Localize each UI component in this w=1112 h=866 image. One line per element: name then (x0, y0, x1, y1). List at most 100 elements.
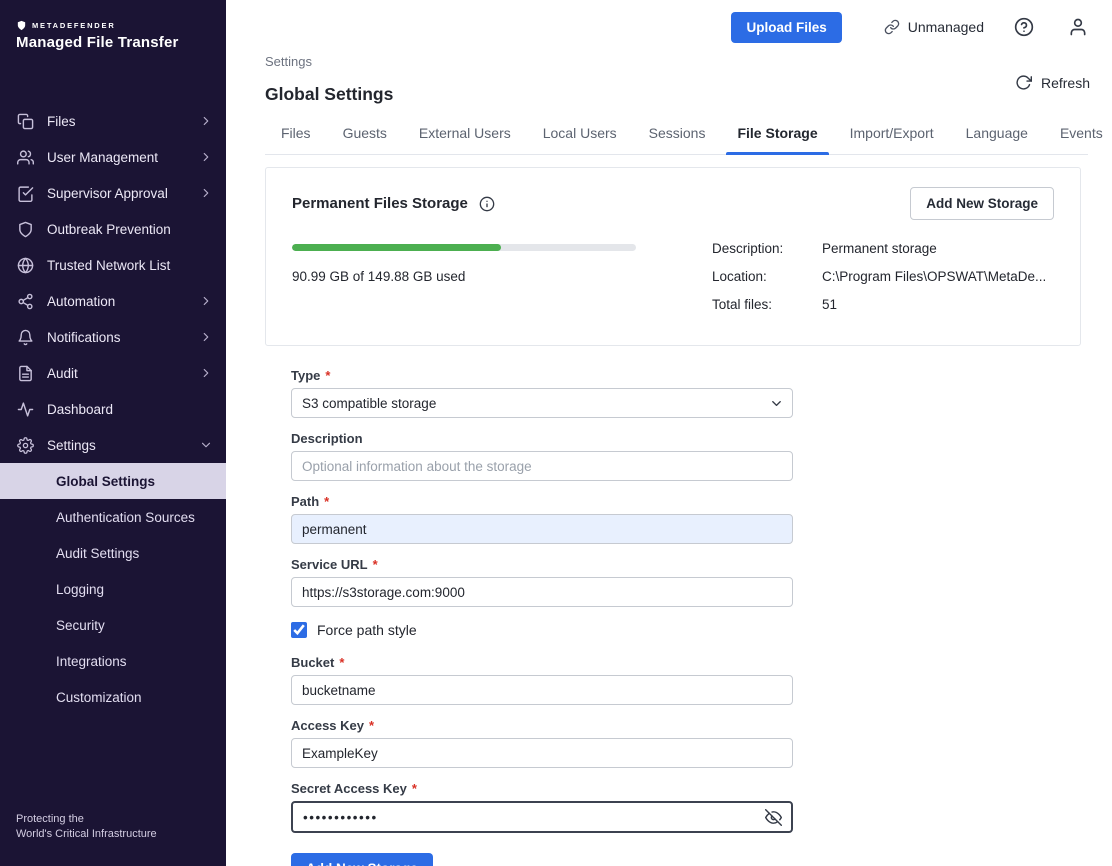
tab-files[interactable]: Files (265, 125, 327, 154)
force-path-style-checkbox[interactable] (291, 622, 307, 638)
chevron-down-icon (199, 438, 213, 452)
description-label: Description (291, 431, 793, 446)
refresh-button[interactable]: Refresh (1015, 74, 1090, 91)
chevron-right-icon (199, 186, 213, 200)
sidebar-item-logging[interactable]: Logging (0, 571, 226, 607)
refresh-icon (1015, 74, 1032, 91)
required-asterisk: * (373, 557, 378, 572)
sidebar-footer: Protecting the World's Critical Infrastr… (0, 812, 226, 866)
tab-import-export[interactable]: Import/Export (834, 125, 950, 154)
required-asterisk: * (325, 368, 330, 383)
upload-files-button[interactable]: Upload Files (731, 12, 841, 43)
sidebar-item-dashboard[interactable]: Dashboard (0, 391, 226, 427)
description-group: Description (291, 431, 793, 481)
service-url-label: Service URL* (291, 557, 793, 572)
permanent-storage-card: Permanent Files Storage Add New Storage … (265, 167, 1081, 346)
required-asterisk: * (324, 494, 329, 509)
description-input[interactable] (291, 451, 793, 481)
sidebar-item-integrations[interactable]: Integrations (0, 643, 226, 679)
tab-local-users[interactable]: Local Users (527, 125, 633, 154)
eye-off-icon[interactable] (765, 809, 782, 826)
bell-icon (17, 329, 34, 346)
approval-icon (17, 185, 34, 202)
sidebar-item-audit-settings[interactable]: Audit Settings (0, 535, 226, 571)
page-header: Settings Global Settings Refresh (226, 54, 1112, 105)
topbar: Upload Files Unmanaged (226, 0, 1112, 46)
metadefender-logo-icon (16, 20, 27, 31)
chevron-right-icon (199, 114, 213, 128)
sidebar-nav: Files User Management Supervisor Approva… (0, 103, 226, 715)
sidebar: METADEFENDER Managed File Transfer Files… (0, 0, 226, 866)
path-group: Path* (291, 494, 793, 544)
breadcrumb[interactable]: Settings (265, 54, 1112, 69)
globe-icon (17, 257, 34, 274)
service-url-group: Service URL* (291, 557, 793, 607)
required-asterisk: * (369, 718, 374, 733)
access-key-input[interactable] (291, 738, 793, 768)
chevron-right-icon (199, 294, 213, 308)
storage-progress-bar (292, 244, 636, 251)
brand-name: METADEFENDER (32, 21, 116, 30)
unmanaged-status[interactable]: Unmanaged (884, 19, 984, 35)
secret-access-key-label: Secret Access Key* (291, 781, 793, 796)
detail-location: Location: C:\Program Files\OPSWAT\MetaDe… (712, 269, 1054, 284)
info-icon[interactable] (479, 196, 495, 212)
sidebar-item-global-settings[interactable]: Global Settings (0, 463, 226, 499)
tab-guests[interactable]: Guests (327, 125, 403, 154)
storage-progress-fill (292, 244, 501, 251)
detail-description: Description: Permanent storage (712, 241, 1054, 256)
storage-card-title: Permanent Files Storage (292, 195, 468, 212)
type-select[interactable]: S3 compatible storage (291, 388, 793, 418)
type-group: Type* S3 compatible storage (291, 368, 793, 418)
secret-access-key-input[interactable] (291, 801, 793, 833)
sidebar-item-security[interactable]: Security (0, 607, 226, 643)
force-path-style-row[interactable]: Force path style (291, 622, 793, 638)
bucket-input[interactable] (291, 675, 793, 705)
files-icon (17, 113, 34, 130)
page-title: Global Settings (265, 84, 1112, 105)
service-url-input[interactable] (291, 577, 793, 607)
path-input[interactable] (291, 514, 793, 544)
bucket-group: Bucket* (291, 655, 793, 705)
sidebar-item-automation[interactable]: Automation (0, 283, 226, 319)
sidebar-item-outbreak-prevention[interactable]: Outbreak Prevention (0, 211, 226, 247)
sidebar-item-user-management[interactable]: User Management (0, 139, 226, 175)
storage-usage: 90.99 GB of 149.88 GB used (292, 240, 712, 325)
sidebar-item-authentication-sources[interactable]: Authentication Sources (0, 499, 226, 535)
add-new-storage-button-top[interactable]: Add New Storage (910, 187, 1054, 220)
storage-usage-text: 90.99 GB of 149.88 GB used (292, 269, 712, 284)
automation-icon (17, 293, 34, 310)
add-new-storage-submit-button[interactable]: Add New Storage (291, 853, 433, 866)
sidebar-item-settings[interactable]: Settings (0, 427, 226, 463)
tab-sessions[interactable]: Sessions (633, 125, 722, 154)
chevron-right-icon (199, 330, 213, 344)
tab-external-users[interactable]: External Users (403, 125, 527, 154)
detail-total-files: Total files: 51 (712, 297, 1054, 312)
sidebar-item-trusted-network-list[interactable]: Trusted Network List (0, 247, 226, 283)
tab-file-storage[interactable]: File Storage (721, 125, 833, 154)
app-window: METADEFENDER Managed File Transfer Files… (0, 0, 1112, 866)
access-key-label: Access Key* (291, 718, 793, 733)
required-asterisk: * (412, 781, 417, 796)
gear-icon (17, 437, 34, 454)
bucket-label: Bucket* (291, 655, 793, 670)
tab-language[interactable]: Language (950, 125, 1044, 154)
link-icon (884, 19, 900, 35)
sidebar-item-files[interactable]: Files (0, 103, 226, 139)
help-icon[interactable] (1014, 17, 1034, 37)
tab-bar: Files Guests External Users Local Users … (265, 125, 1088, 155)
sidebar-item-customization[interactable]: Customization (0, 679, 226, 715)
chevron-right-icon (199, 150, 213, 164)
logo: METADEFENDER Managed File Transfer (0, 0, 226, 57)
users-icon (17, 149, 34, 166)
sidebar-item-supervisor-approval[interactable]: Supervisor Approval (0, 175, 226, 211)
main-content: Upload Files Unmanaged Settings Global S… (226, 0, 1112, 866)
dashboard-icon (17, 401, 34, 418)
required-asterisk: * (339, 655, 344, 670)
secret-access-key-group: Secret Access Key* (291, 781, 793, 833)
sidebar-item-audit[interactable]: Audit (0, 355, 226, 391)
sidebar-item-notifications[interactable]: Notifications (0, 319, 226, 355)
tab-events[interactable]: Events (1044, 125, 1112, 154)
user-account-icon[interactable] (1068, 17, 1088, 37)
storage-details: Description: Permanent storage Location:… (712, 240, 1054, 325)
